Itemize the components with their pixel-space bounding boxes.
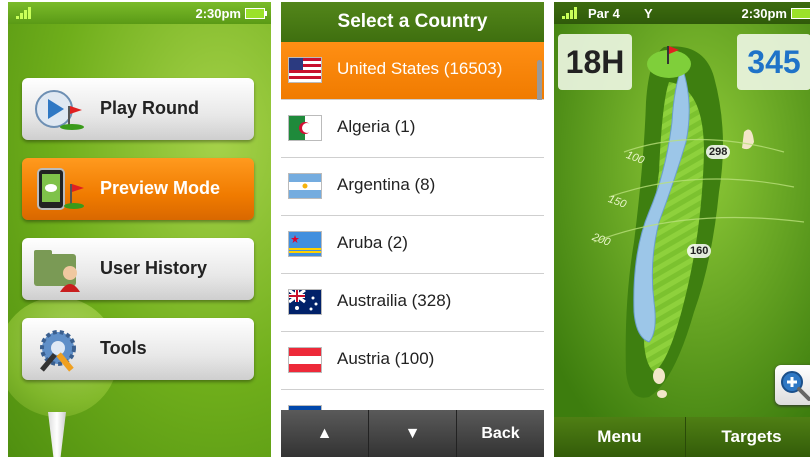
tee-label: Y [644,6,653,21]
australia-flag-icon [289,290,321,314]
screen-title: Select a Country [281,2,544,42]
country-row-algeria[interactable]: Algeria (1) [281,100,544,158]
country-select-screen: Select a Country United States (16503) A… [281,2,544,457]
targets-button[interactable]: Targets [686,417,810,457]
preview-mode-label: Preview Mode [100,178,221,198]
signal-icon [562,7,580,19]
hole-map-screen: Par 4 Y 2:30pm 18H 345 100 150 200 298 1… [554,2,810,457]
zoom-in-button[interactable] [775,365,810,405]
country-row-united-states[interactable]: United States (16503) [281,42,544,100]
signal-icon [16,7,34,19]
zoom-in-icon [781,371,810,401]
tools-icon [40,330,76,372]
country-name: Austria (100) [337,349,435,368]
distance-marker[interactable]: 160 [687,244,712,258]
user-history-button[interactable]: User History [22,238,254,300]
country-name: Argentina (8) [337,175,436,194]
country-row-austria[interactable]: Austria (100) [281,332,544,390]
par-label: Par 4 [588,6,620,21]
tools-label: Tools [100,338,147,358]
preview-mode-button[interactable]: Preview Mode [22,158,254,220]
battery-icon [791,8,810,19]
golf-tee-graphic [48,412,66,457]
distance-marker[interactable]: 298 [706,145,731,159]
distance-to-pin: 345 [737,34,810,90]
menu-button[interactable]: Menu [554,417,686,457]
play-round-label: Play Round [100,98,200,118]
tools-button[interactable]: Tools [22,318,254,380]
bottom-bar: Menu Targets [554,417,810,457]
country-name: United States (16503) [337,59,503,78]
austria-flag-icon [289,348,321,372]
back-button[interactable]: Back [457,410,544,457]
hole-number: 18H [558,34,632,90]
country-name: Austrailia (328) [337,291,452,310]
scroll-up-button[interactable]: ▲ [281,410,369,457]
country-row-argentina[interactable]: Argentina (8) [281,158,544,216]
battery-icon [245,8,267,19]
status-bar: Par 4 Y 2:30pm [554,2,810,24]
argentina-flag-icon [289,174,321,198]
country-row-australia[interactable]: Austrailia (328) [281,274,544,332]
bottom-tab-bar: ▲ ▼ Back [281,410,544,457]
status-bar: 2:30pm [8,2,271,24]
status-time: 2:30pm [195,6,241,21]
country-row-aruba[interactable]: Aruba (2) [281,216,544,274]
algeria-flag-icon [289,116,321,140]
play-round-icon [35,90,84,130]
user-history-label: User History [100,258,208,278]
country-name: Algeria (1) [337,117,416,136]
aruba-flag-icon [289,232,321,256]
main-menu-screen: 2:30pm Play Round Preview Mode User Hist… [8,2,271,457]
status-time: 2:30pm [741,6,787,21]
play-round-button[interactable]: Play Round [22,78,254,140]
us-flag-icon [289,58,321,82]
preview-mode-icon [37,168,84,210]
user-history-icon [34,250,80,292]
country-name: Aruba (2) [337,233,408,252]
scroll-down-button[interactable]: ▼ [369,410,457,457]
